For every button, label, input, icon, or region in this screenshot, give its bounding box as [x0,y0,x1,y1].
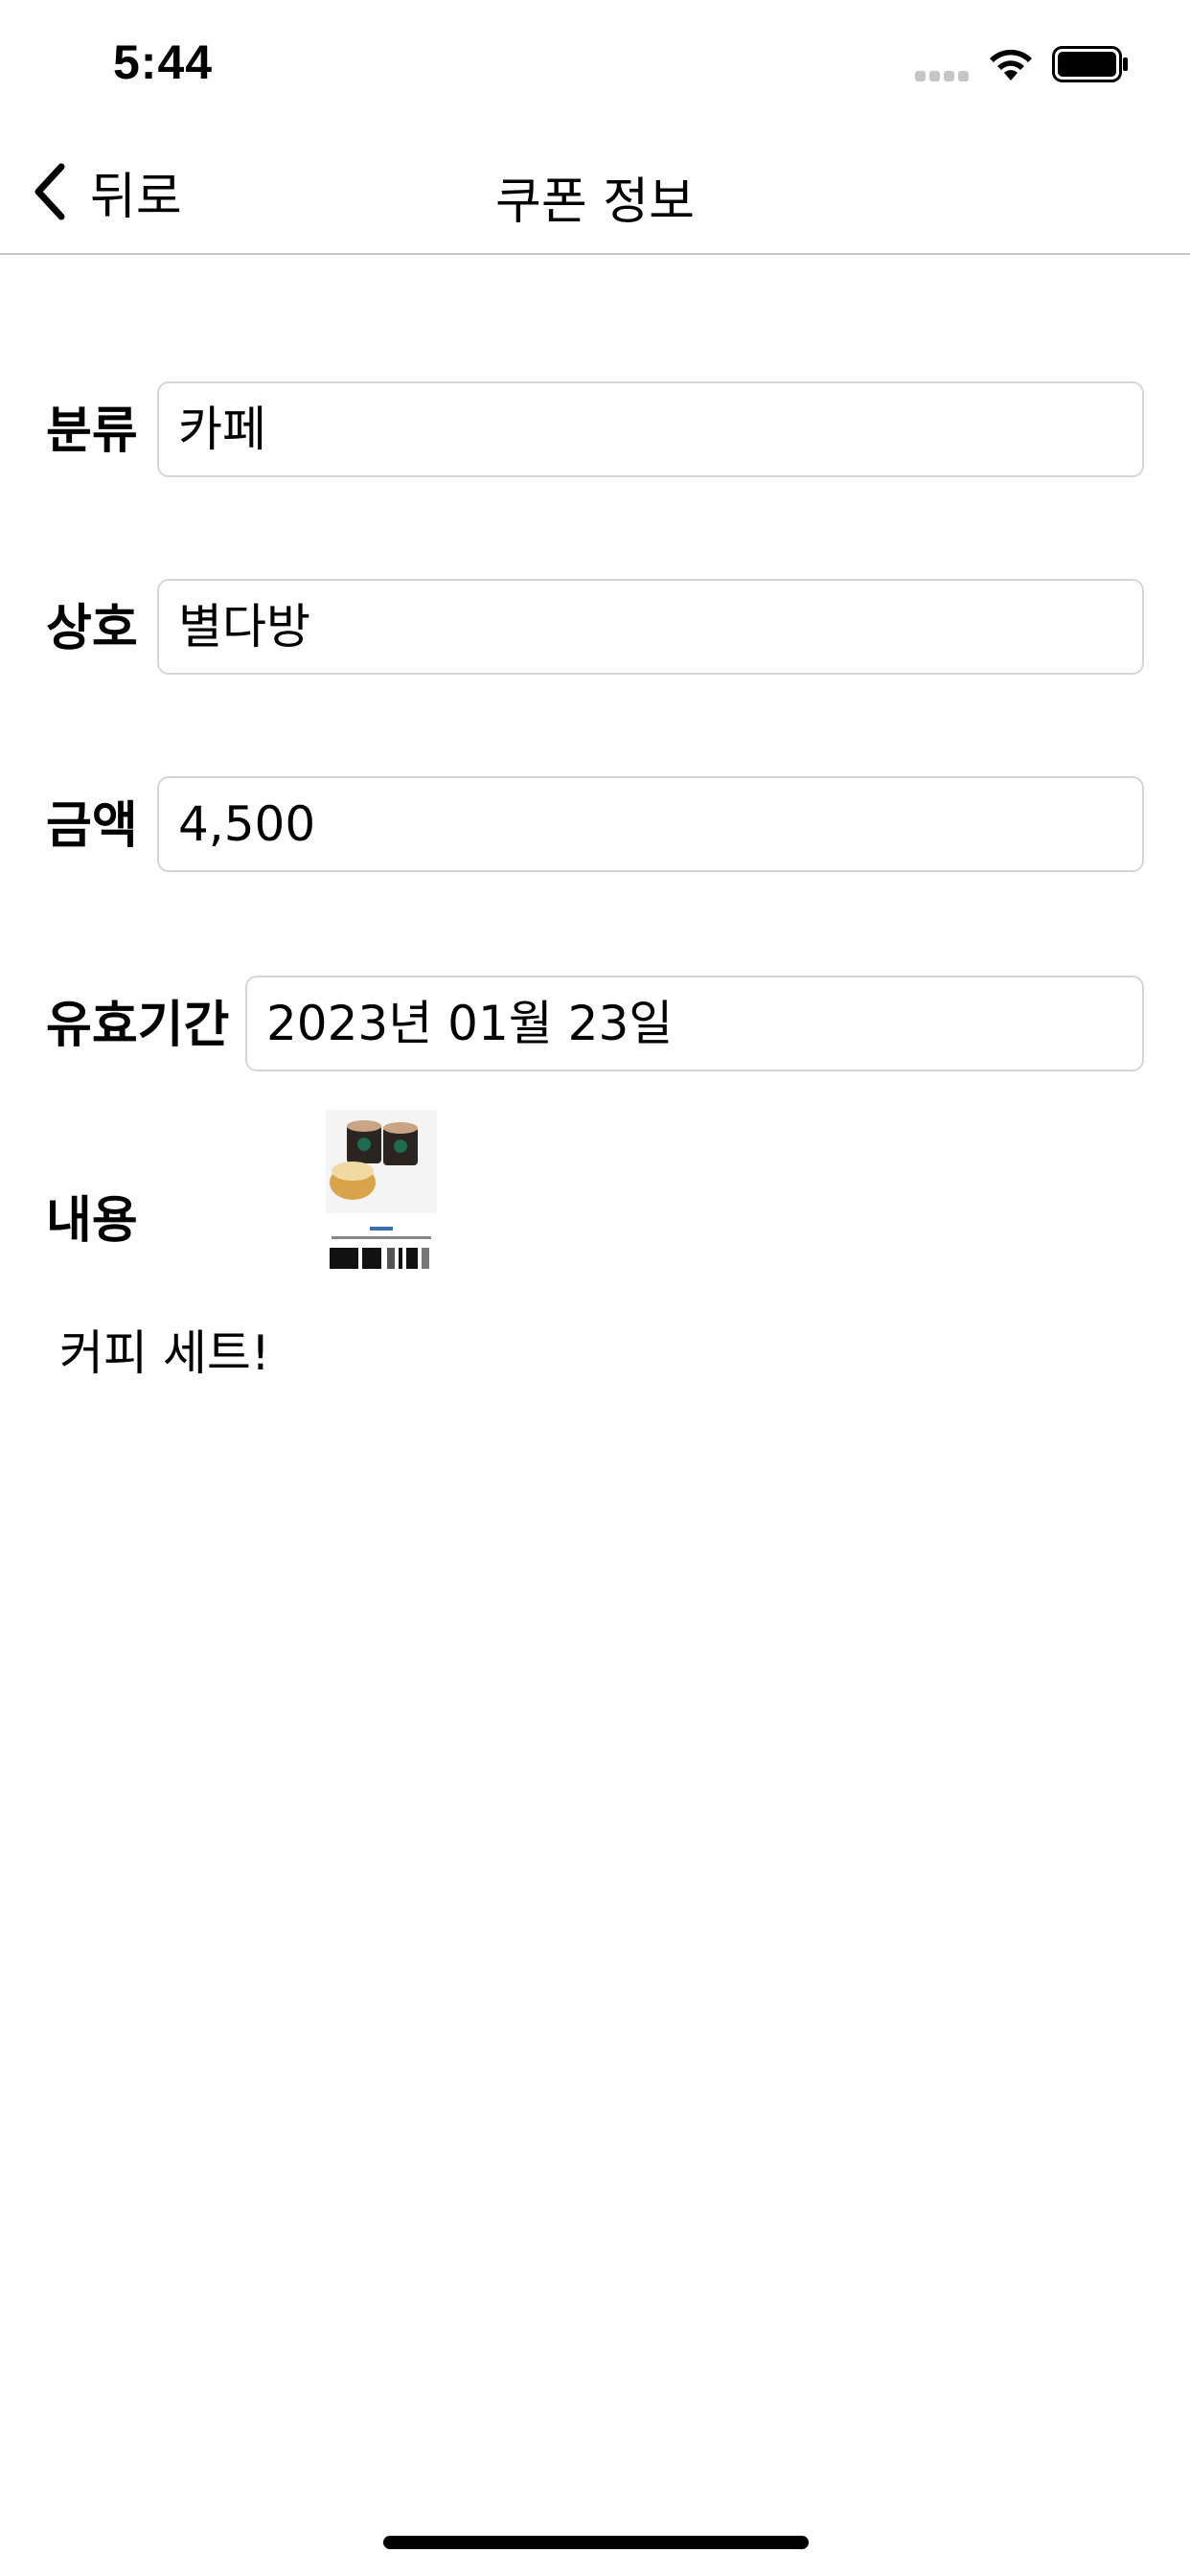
coupon-info-screen: 5:44 뒤로 쿠폰 정보 분류 카페 상호 별다방 금액 4,500 유효기간… [0,0,1190,2576]
page-title: 쿠폰 정보 [495,173,695,231]
home-indicator [383,2536,809,2549]
battery-icon [1052,46,1128,82]
status-bar: 5:44 [0,0,1190,134]
wifi-icon [990,49,1032,80]
category-field[interactable]: 카페 [157,381,1144,477]
expiry-row: 유효기간 2023년 01월 23일 [0,976,1190,1075]
amount-label: 금액 [46,797,138,855]
store-row: 상호 별다방 [0,579,1190,678]
coupon-image[interactable] [322,1108,441,1276]
store-label: 상호 [46,600,138,657]
category-label: 분류 [46,402,138,460]
amount-row: 금액 4,500 [0,776,1190,876]
store-field[interactable]: 별다방 [157,579,1144,675]
amount-field[interactable]: 4,500 [157,776,1144,872]
expiry-label: 유효기간 [46,997,230,1054]
category-row: 분류 카페 [0,381,1190,481]
signal-dots-icon [915,71,971,82]
status-time: 5:44 [113,35,214,89]
content-label: 내용 [46,1192,138,1250]
content-text: 커피 세트! [59,1325,270,1381]
navigation-bar: 뒤로 쿠폰 정보 [0,134,1190,255]
expiry-field[interactable]: 2023년 01월 23일 [245,976,1144,1071]
